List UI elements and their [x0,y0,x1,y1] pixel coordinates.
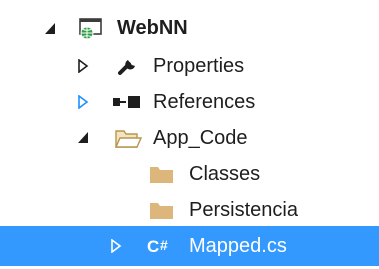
tree-item-label: Persistencia [189,199,298,221]
tree-item-label: Properties [153,55,245,77]
folder-open-icon [114,130,142,148]
svg-text:C: C [147,237,159,256]
wrench-icon [118,60,135,75]
collapsed-arrow-icon[interactable] [77,95,89,109]
tree-item-properties[interactable]: Properties [0,48,379,84]
tree-item-label: App_Code [153,127,248,149]
tree-item-persistencia[interactable]: Persistencia [0,192,379,228]
tree-item-label: Classes [189,163,261,185]
tree-item-label: WebNN [117,17,188,39]
svg-text:#: # [160,237,168,253]
tree-item-webnn[interactable]: WebNN [0,10,379,46]
tree-item-app-code[interactable]: App_Code [0,120,379,156]
expanded-arrow-icon[interactable] [77,131,89,145]
tree-item-classes[interactable]: Classes [0,156,379,192]
folder-icon [150,167,173,183]
tree-item-label: References [153,91,256,113]
expanded-arrow-icon[interactable] [44,22,56,36]
csharp-file-icon: C # [147,237,168,256]
tree-item-mapped-cs[interactable]: C # Mapped.cs [0,226,379,266]
collapsed-arrow-icon[interactable] [110,239,122,253]
tree-item-references[interactable]: References [0,84,379,120]
tree-item-label: Mapped.cs [189,235,287,257]
solution-explorer-tree: WebNN Properties References App_Code Cla… [0,0,379,269]
web-project-icon [79,18,102,40]
collapsed-arrow-icon[interactable] [77,59,89,73]
folder-icon [150,203,173,219]
references-icon [113,96,140,108]
